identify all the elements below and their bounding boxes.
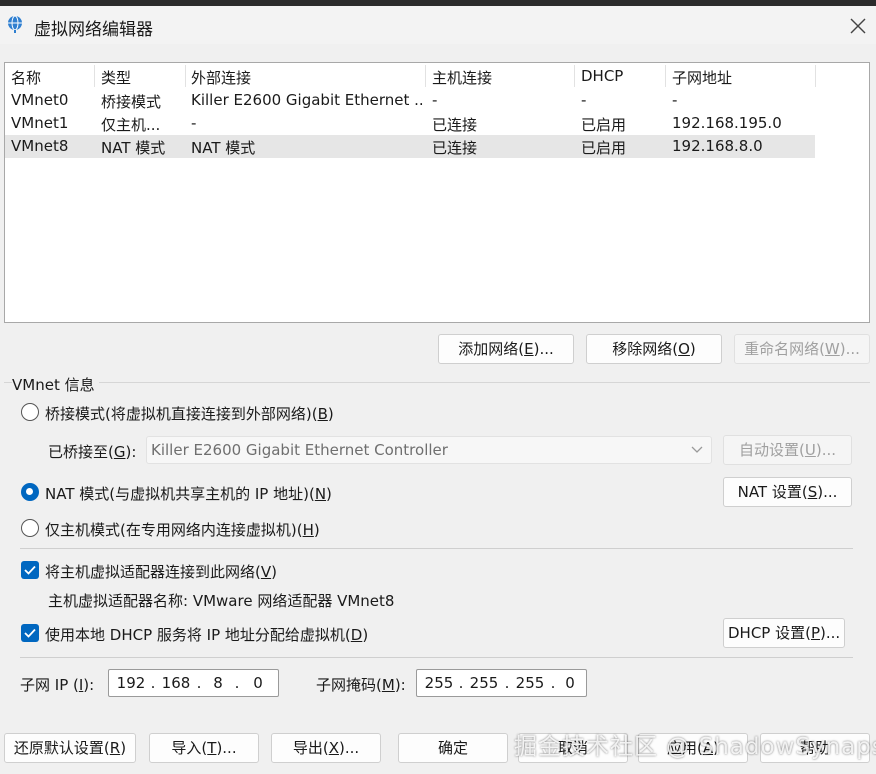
cell-type: 仅主机... [101, 116, 161, 134]
table-row[interactable]: VMnet0 桥接模式 Killer E2600 Gigabit Etherne… [5, 89, 815, 112]
divider [20, 657, 853, 658]
table-row-selected[interactable]: VMnet8 NAT 模式 NAT 模式 已连接 已启用 192.168.8.0 [5, 135, 815, 158]
bridge-mode-label[interactable]: 桥接模式(将虚拟机直接连接到外部网络)(B) [45, 403, 334, 424]
ip-dot: . [196, 674, 202, 692]
mask-octet[interactable]: 255 [511, 670, 549, 696]
column-divider[interactable] [815, 65, 816, 87]
column-divider[interactable] [185, 65, 186, 87]
cell-external: Killer E2600 Gigabit Ethernet ... [191, 91, 423, 109]
title-bar: 虚拟网络编辑器 [0, 6, 876, 44]
auto-settings-button[interactable]: 自动设置(U)... [723, 435, 852, 465]
dhcp-settings-button[interactable]: DHCP 设置(P)... [723, 618, 846, 648]
ip-dot: . [234, 674, 240, 692]
cell-subnet: - [672, 91, 678, 109]
column-header-dhcp[interactable]: DHCP [581, 67, 623, 87]
column-header-subnet[interactable]: 子网地址 [672, 67, 732, 87]
subnet-mask-input[interactable]: 255 . 255 . 255 . 0 [416, 669, 587, 697]
vmnet-info-group [4, 382, 870, 712]
use-dhcp-checkbox[interactable] [21, 624, 39, 642]
watermark: 掘金技术社区 @ ShadowSynapse [514, 734, 876, 760]
cell-dhcp: 已启用 [581, 116, 627, 134]
mask-octet[interactable]: 255 [465, 670, 503, 696]
cell-name: VMnet1 [11, 114, 69, 132]
vmnet-info-label: VMnet 信息 [12, 374, 99, 395]
divider [20, 548, 853, 549]
cell-external: NAT 模式 [191, 139, 256, 157]
bridge-mode-radio[interactable] [21, 403, 39, 421]
cell-subnet: 192.168.8.0 [672, 137, 763, 155]
subnet-ip-label: 子网 IP (I): [20, 676, 95, 694]
cell-host: 已连接 [432, 139, 478, 157]
column-header-host[interactable]: 主机连接 [432, 67, 492, 87]
column-divider[interactable] [94, 65, 95, 87]
subnet-mask-label: 子网掩码(M): [316, 676, 406, 694]
connect-adapter-checkbox[interactable] [21, 561, 39, 579]
mask-octet[interactable]: 255 [421, 670, 457, 696]
column-header-type[interactable]: 类型 [101, 67, 131, 87]
ip-octet[interactable]: 8 [203, 670, 233, 696]
column-divider[interactable] [425, 65, 426, 87]
bridged-to-label: 已桥接至(G): [48, 443, 137, 461]
ip-octet[interactable]: 0 [241, 670, 275, 696]
checkmark-icon [24, 628, 36, 638]
nat-mode-radio[interactable] [21, 483, 39, 501]
mask-dot: . [504, 674, 510, 692]
column-header-name[interactable]: 名称 [11, 67, 41, 87]
mask-octet[interactable]: 0 [557, 670, 583, 696]
table-row[interactable]: VMnet1 仅主机... - 已连接 已启用 192.168.195.0 [5, 112, 815, 135]
cell-type: NAT 模式 [101, 139, 166, 157]
host-only-label[interactable]: 仅主机模式(在专用网络内连接虚拟机)(H) [45, 519, 320, 540]
adapter-name-text: 主机虚拟适配器名称: VMware 网络适配器 VMnet8 [48, 592, 395, 610]
nat-mode-label[interactable]: NAT 模式(与虚拟机共享主机的 IP 地址)(N) [45, 483, 332, 504]
ip-octet[interactable]: 168 [157, 670, 195, 696]
cell-dhcp: - [581, 91, 587, 109]
import-button[interactable]: 导入(T)... [149, 733, 259, 763]
column-divider[interactable] [574, 65, 575, 87]
column-divider[interactable] [665, 65, 666, 87]
ok-button[interactable]: 确定 [398, 733, 508, 763]
network-globe-icon [8, 15, 22, 33]
checkmark-icon [24, 565, 36, 575]
ip-dot: . [150, 674, 156, 692]
mask-dot: . [458, 674, 464, 692]
cell-type: 桥接模式 [101, 93, 162, 111]
export-button[interactable]: 导出(X)... [271, 733, 381, 763]
connect-adapter-label[interactable]: 将主机虚拟适配器连接到此网络(V) [45, 561, 277, 582]
cell-host: - [432, 91, 438, 109]
mask-dot: . [550, 674, 556, 692]
close-icon[interactable] [846, 14, 870, 38]
remove-network-button[interactable]: 移除网络(O) [586, 334, 722, 364]
subnet-ip-input[interactable]: 192 . 168 . 8 . 0 [108, 669, 279, 697]
cell-subnet: 192.168.195.0 [672, 114, 782, 132]
cell-dhcp: 已启用 [581, 139, 627, 157]
network-list[interactable]: 名称 类型 外部连接 主机连接 DHCP 子网地址 VMnet0 桥接模式 Ki… [4, 62, 870, 323]
list-header: 名称 类型 外部连接 主机连接 DHCP 子网地址 [5, 63, 869, 89]
bridged-adapter-value: Killer E2600 Gigabit Ethernet Controller [151, 441, 448, 459]
cell-name: VMnet0 [11, 91, 69, 109]
bridged-adapter-select[interactable]: Killer E2600 Gigabit Ethernet Controller [146, 436, 712, 464]
rename-network-button[interactable]: 重命名网络(W)... [734, 334, 870, 364]
nat-settings-button[interactable]: NAT 设置(S)... [723, 477, 852, 507]
cell-host: 已连接 [432, 116, 478, 134]
cell-external: - [191, 114, 197, 132]
column-header-external[interactable]: 外部连接 [191, 67, 251, 87]
ip-octet[interactable]: 192 [113, 670, 149, 696]
cell-name: VMnet8 [11, 137, 69, 155]
add-network-button[interactable]: 添加网络(E)... [438, 334, 574, 364]
host-only-radio[interactable] [21, 519, 39, 537]
use-dhcp-label[interactable]: 使用本地 DHCP 服务将 IP 地址分配给虚拟机(D) [45, 624, 368, 645]
chevron-down-icon [691, 446, 703, 453]
restore-defaults-button[interactable]: 还原默认设置(R) [4, 733, 136, 763]
window-title: 虚拟网络编辑器 [34, 20, 153, 40]
